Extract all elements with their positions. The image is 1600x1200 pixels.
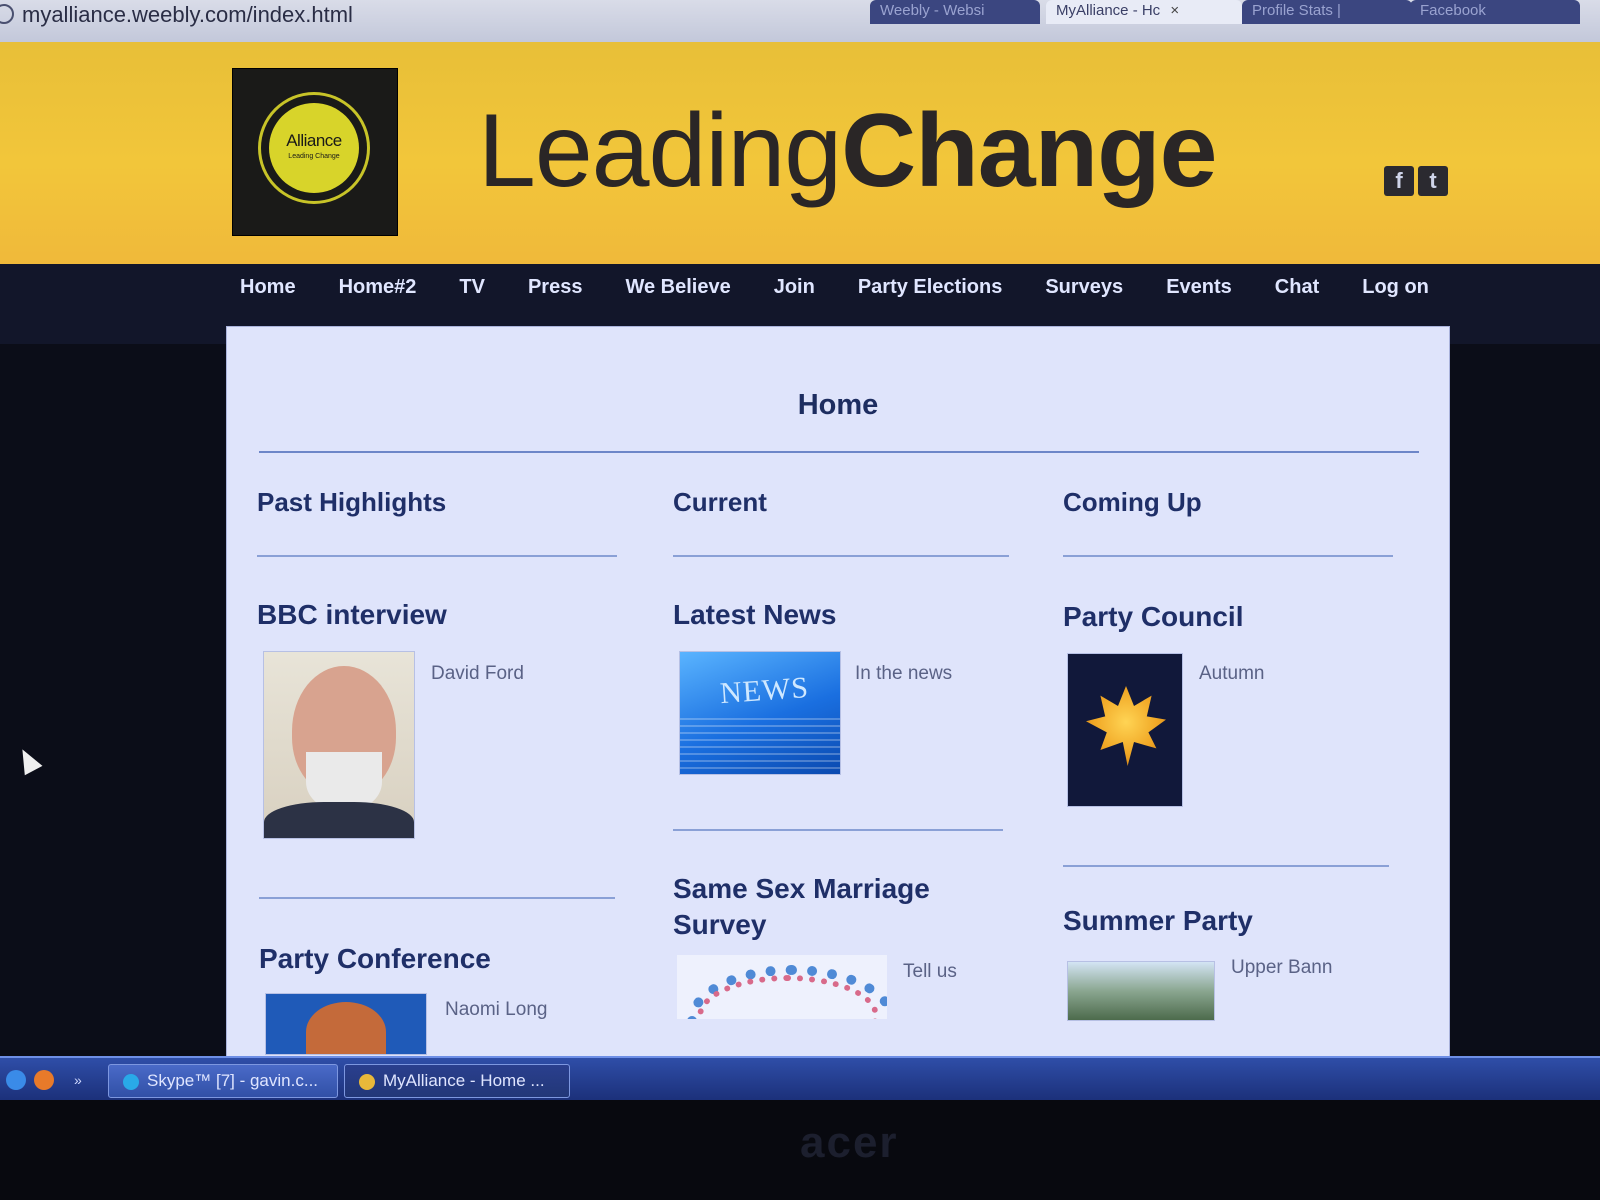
- windows-taskbar: » Skype™ [7] - gavin.c... MyAlliance - H…: [0, 1056, 1600, 1102]
- column-current: Current Latest News NEWS In the news Sam…: [673, 487, 1033, 1019]
- news-graphic-lines: [680, 716, 840, 774]
- alliance-logo[interactable]: Alliance Leading Change: [232, 68, 398, 236]
- entry-caption: In the news: [855, 663, 953, 684]
- browser-toolbar: myalliance.weebly.com/index.html Weebly …: [0, 0, 1600, 43]
- nav-surveys[interactable]: Surveys: [1045, 276, 1123, 299]
- nav-tv[interactable]: TV: [459, 276, 485, 299]
- nav-press[interactable]: Press: [528, 276, 583, 299]
- autumn-leaf-image[interactable]: [1067, 653, 1183, 807]
- entry-caption: Autumn: [1199, 663, 1265, 684]
- column-heading: Coming Up: [1063, 487, 1202, 517]
- column-past-highlights: Past Highlights BBC interview David Ford…: [257, 487, 617, 1055]
- chrome-icon: [359, 1073, 375, 1090]
- tab-label: Facebook: [1420, 2, 1486, 19]
- entry-title-line2[interactable]: Survey: [673, 907, 766, 943]
- twitter-icon[interactable]: t: [1418, 166, 1448, 196]
- tab-label: Weebly - Websi: [880, 2, 985, 19]
- news-image[interactable]: NEWS: [679, 651, 841, 775]
- nav-log-on[interactable]: Log on: [1362, 276, 1429, 299]
- nav-home[interactable]: Home: [240, 276, 296, 299]
- nav-home2[interactable]: Home#2: [339, 276, 417, 299]
- tab-profile-stats[interactable]: Profile Stats |: [1242, 0, 1412, 24]
- mouse-cursor-icon: [13, 744, 43, 776]
- entry-divider: [259, 897, 615, 899]
- logo-text: Alliance: [286, 131, 342, 150]
- column-heading: Past Highlights: [257, 487, 447, 517]
- portrait-suit: [264, 802, 414, 838]
- site-title: LeadingChange: [478, 92, 1218, 211]
- entry-title[interactable]: BBC interview: [257, 597, 447, 633]
- entry-title[interactable]: Party Council: [1063, 599, 1243, 635]
- portrait-hair: [306, 1002, 386, 1054]
- taskbar-button-label: Skype™ [7] - gavin.c...: [147, 1071, 319, 1090]
- logo-subtext: Leading Change: [288, 153, 340, 160]
- content-panel: Home Past Highlights BBC interview David…: [226, 326, 1450, 1058]
- entry-title[interactable]: Latest News: [673, 597, 836, 633]
- landscape-image[interactable]: [1067, 961, 1215, 1021]
- nav-chat[interactable]: Chat: [1275, 276, 1319, 299]
- entry-caption: David Ford: [431, 663, 524, 684]
- globe-icon: [0, 4, 14, 24]
- entry-title-line1[interactable]: Same Sex Marriage: [673, 871, 930, 907]
- column-coming-up: Coming Up Party Council Autumn Summer Pa…: [1063, 487, 1423, 1021]
- entry-caption: Naomi Long: [445, 999, 548, 1020]
- column-heading: Current: [673, 487, 767, 517]
- column-divider: [1063, 555, 1393, 557]
- tab-myalliance[interactable]: MyAlliance - Hc ×: [1046, 0, 1242, 24]
- entry-divider: [673, 829, 1003, 831]
- david-ford-photo[interactable]: [263, 651, 415, 839]
- firefox-icon[interactable]: [34, 1070, 54, 1090]
- tab-facebook[interactable]: Facebook: [1410, 0, 1580, 24]
- skype-icon: [123, 1073, 139, 1090]
- entry-caption: Upper Bann: [1231, 957, 1333, 978]
- social-links: ft: [1384, 166, 1452, 196]
- naomi-long-photo[interactable]: [265, 993, 427, 1055]
- entry-caption: Tell us: [903, 961, 957, 982]
- entry-title[interactable]: Summer Party: [1063, 903, 1253, 939]
- logo-emblem: Alliance Leading Change: [269, 103, 359, 193]
- close-icon[interactable]: ×: [1170, 2, 1179, 19]
- taskbar-button-label: MyAlliance - Home ...: [383, 1071, 545, 1090]
- news-graphic-text: NEWS: [718, 670, 811, 711]
- heading-divider: [259, 451, 1419, 453]
- nav-join[interactable]: Join: [774, 276, 815, 299]
- page-title: Home: [797, 389, 879, 421]
- column-divider: [673, 555, 1009, 557]
- site-header: Alliance Leading Change LeadingChange ft: [0, 42, 1600, 264]
- chevron-right-icon[interactable]: »: [74, 1070, 88, 1090]
- tab-label: Profile Stats |: [1252, 2, 1341, 19]
- monitor-brand: acer: [800, 1118, 899, 1167]
- nav-we-believe[interactable]: We Believe: [625, 276, 730, 299]
- site-title-light: Leading: [478, 93, 842, 209]
- address-bar[interactable]: myalliance.weebly.com/index.html: [22, 2, 353, 28]
- monitor-bezel: acer: [0, 1100, 1600, 1200]
- survey-image[interactable]: [677, 955, 887, 1019]
- taskbar-skype[interactable]: Skype™ [7] - gavin.c...: [108, 1064, 338, 1098]
- taskbar-myalliance[interactable]: MyAlliance - Home ...: [344, 1064, 570, 1098]
- ie-icon[interactable]: [6, 1070, 26, 1090]
- tab-label: MyAlliance - Hc: [1056, 2, 1161, 19]
- facebook-icon[interactable]: f: [1384, 166, 1414, 196]
- nav-events[interactable]: Events: [1166, 276, 1232, 299]
- site-title-bold: Change: [841, 93, 1217, 209]
- entry-title[interactable]: Party Conference: [259, 941, 491, 977]
- nav-party-elections[interactable]: Party Elections: [858, 276, 1003, 299]
- tab-weebly[interactable]: Weebly - Websi: [870, 0, 1040, 24]
- entry-divider: [1063, 865, 1389, 867]
- maple-leaf-icon: [1086, 686, 1166, 766]
- column-divider: [257, 555, 617, 557]
